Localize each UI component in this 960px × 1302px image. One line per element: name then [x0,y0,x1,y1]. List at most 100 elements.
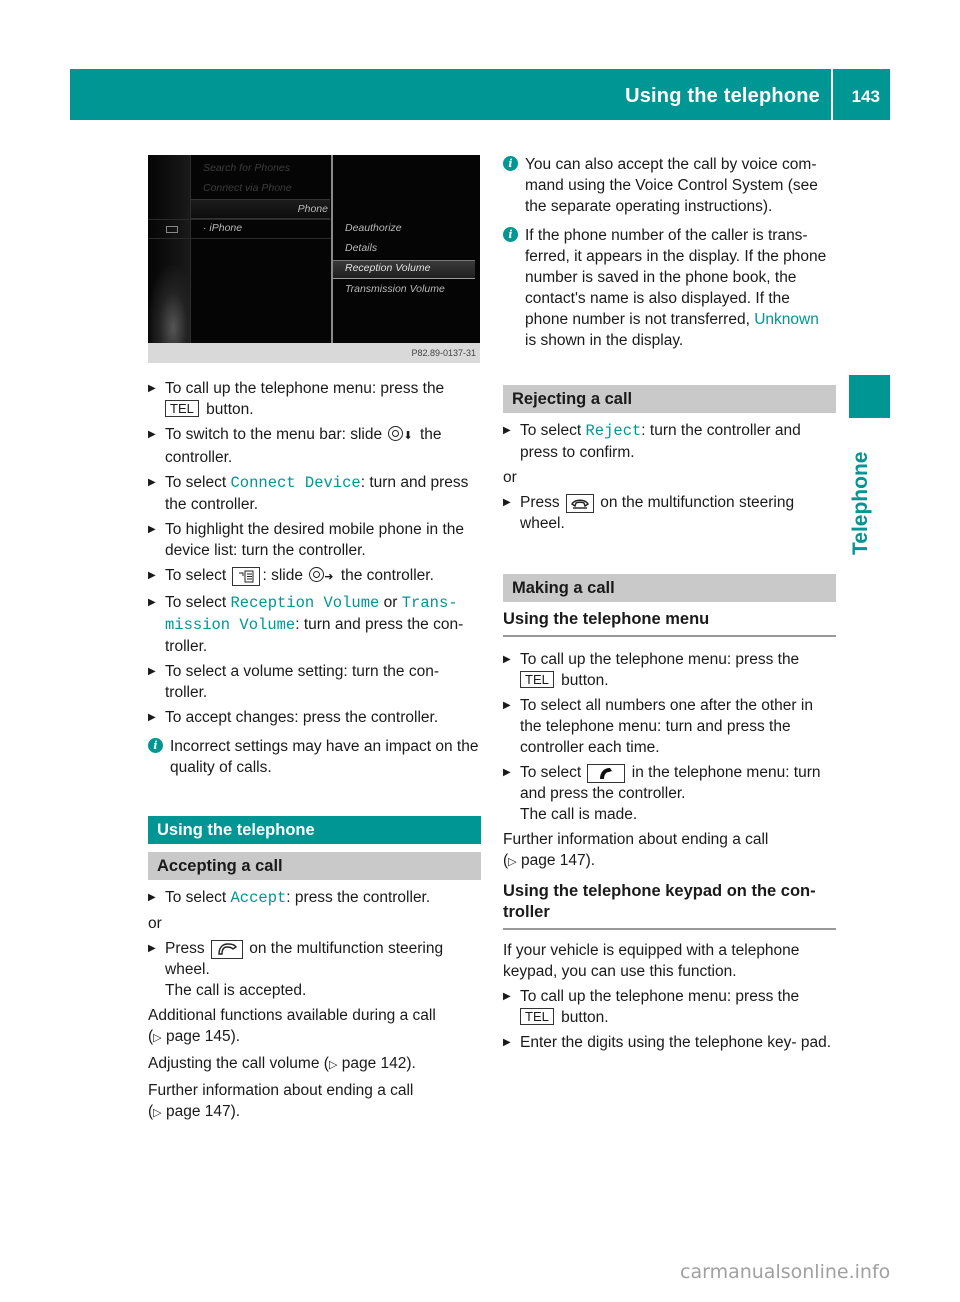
step-text: To select [165,567,227,584]
subsection-heading: Rejecting a call [503,385,836,413]
screen-menu-item: Connect via Phone [203,182,292,194]
step-text: To select [165,474,227,491]
step: To call up the telephone menu: press the… [503,649,836,691]
screen-section-label: Phone [297,203,328,215]
step: To accept changes: press the controller. [148,707,481,728]
step-text: or [383,594,398,611]
end-call-button-icon [565,494,594,513]
screen-menu-item-selected: Reception Volume [345,262,431,274]
screen-menu-item: Transmission Volume [345,283,445,295]
subheading: Using the telephone menu [503,609,836,637]
page-reference[interactable]: page 147 [166,1103,231,1120]
step-text: : slide [262,567,303,584]
page-header: Using the telephone 143 [70,69,890,120]
step: To select Reception Volume or Trans- mis… [148,592,481,657]
para-text: Additional functions available during a … [148,1007,436,1024]
info-note: i If the phone number of the caller is t… [503,225,836,351]
step-text: Press [165,940,205,957]
screen-section-bar: Phone [191,199,330,219]
header-title: Using the telephone [625,85,820,107]
step: Press on the multifunction steering whee… [503,492,836,534]
or-text: or [503,469,517,486]
page-reference[interactable]: page 145 [166,1028,231,1045]
screen-row-divider [148,238,331,239]
arrow-down-icon: ⬇ [403,430,413,442]
step: To call up the telephone menu: press the… [148,378,481,420]
screen-menu-item: Search for Phones [203,162,290,174]
step: To highlight the desired mobile phone in… [148,519,481,561]
step-text: : press the controller. [286,889,431,906]
step-result: The call is made. [520,806,638,823]
step-text: To switch to the menu bar: slide [165,426,383,443]
step-text: Enter the digits using the telephone key… [520,1034,832,1051]
note-text: Incorrect settings may have an impact on… [170,738,479,776]
screen-figure: Search for Phones Connect via Phone Phon… [148,155,481,363]
or-text: or [148,915,162,932]
tel-key-icon: TEL [520,671,554,688]
step-text: To call up the telephone menu: press the [520,988,800,1005]
subsection-heading: Accepting a call [148,852,481,880]
step-text: button. [561,672,609,689]
step-text: button. [561,1009,609,1026]
info-note: i Incorrect settings may have an impact … [148,736,481,778]
screen-divider [190,155,191,343]
device-name: iPhone [209,222,243,234]
step-text: Press [520,494,560,511]
left-column: Search for Phones Connect via Phone Phon… [148,155,481,1128]
screen-divider [331,155,333,343]
page-ref-icon: ▷ [153,1107,162,1119]
para-text: Adjusting the call volume [148,1055,320,1072]
tel-key-icon: TEL [165,400,199,417]
step-text: To call up the telephone menu: press the [165,380,445,397]
section-heading: Using the telephone [148,816,481,844]
controller-icon [388,426,404,441]
controller-icon [309,567,325,582]
figure-caption: P82.89-0137-31 [148,343,480,363]
step: To select Accept: press the controller. [148,887,481,909]
step-text: To select [520,764,582,781]
step-text: on the multifunction steering wheel. [165,940,444,978]
step-text: To highlight the desired mobile phone in… [165,521,465,559]
step-text: the controller. [340,567,434,584]
step: Enter the digits using the telephone key… [503,1032,836,1053]
accept-call-button-icon [210,940,243,959]
chapter-label: Telephone [849,451,872,555]
phone-menu-screenshot: Search for Phones Connect via Phone Phon… [148,155,480,343]
menu-term: Connect Device [230,474,361,492]
page-ref-icon: ▷ [328,1059,338,1071]
screen-glow [148,265,190,343]
step-result: The call is accepted. [165,982,307,999]
right-column: i You can also accept the call by voice … [503,154,836,1057]
info-icon: i [503,156,518,171]
watermark: carmanualsonline.info [680,1261,891,1283]
para-text: Further information about ending a call [148,1082,414,1099]
chapter-tab-marker [849,375,890,418]
step-text: To select a volume setting: turn the con… [165,663,439,701]
header-divider [831,69,833,120]
step-text: To accept changes: press the controller. [165,709,439,726]
menu-term: Accept [230,889,287,907]
step-text: To select [520,422,582,439]
screen-row-divider [148,219,331,220]
step: Press on the multifunction steering whee… [148,938,481,1001]
paragraph: Further information about ending a call … [503,831,769,869]
paragraph: If your vehicle is equipped with a telep… [503,942,800,980]
tel-key-icon: TEL [520,1008,554,1025]
screen-menu-item: Deauthorize [345,222,402,234]
paragraph: Additional functions available during a … [148,1007,436,1045]
step: To select : slide ➜ the controller. [148,565,481,588]
paragraph: Adjusting the call volume (▷ page 142). [148,1055,416,1072]
page-number: 143 [851,87,880,106]
step: To call up the telephone menu: press the… [503,986,836,1028]
step: To select in the telephone menu: turn an… [503,762,836,825]
page-reference[interactable]: page 142 [342,1055,407,1072]
info-icon: i [148,738,163,753]
step-text: To select [165,889,227,906]
step-text: button. [206,401,254,418]
phone-device-icon [166,226,178,233]
info-note: i You can also accept the call by voice … [503,154,836,217]
page-reference[interactable]: page 147 [521,852,586,869]
menu-term: Reception Volume [230,594,380,612]
note-text: is shown in the display. [525,332,684,349]
step-text: To select all numbers one after the othe… [520,697,813,756]
